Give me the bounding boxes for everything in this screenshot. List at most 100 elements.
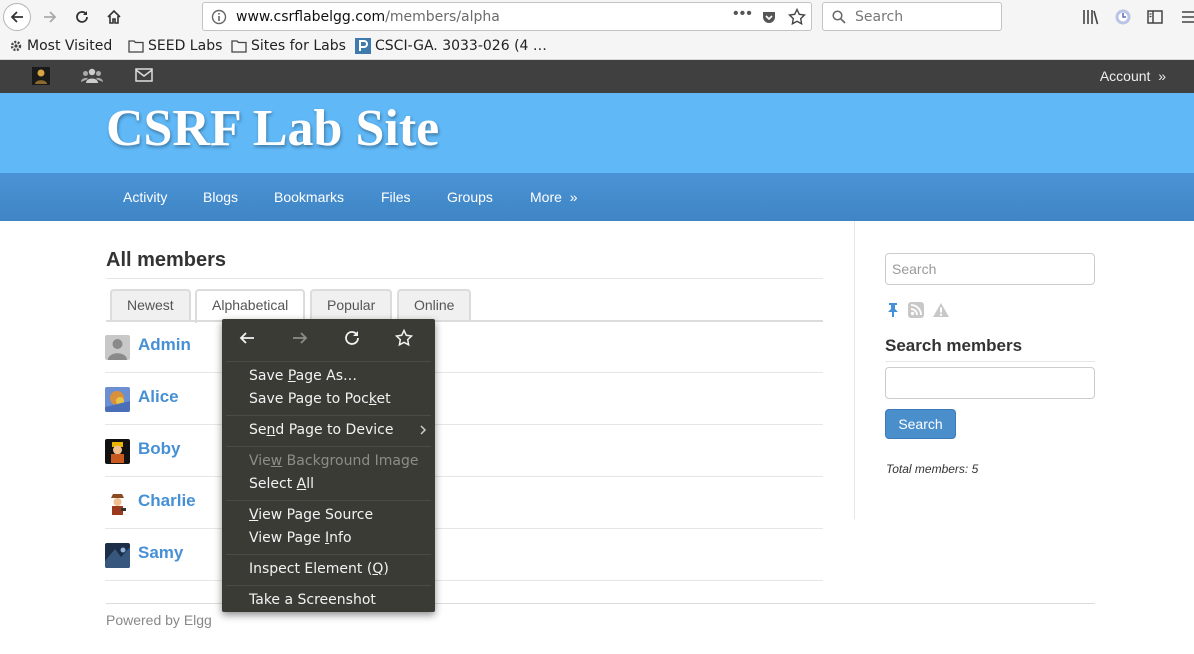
search-placeholder: Search (855, 9, 904, 25)
total-members: Total members: 5 (886, 462, 979, 476)
bookmarks-toolbar: Most Visited SEED Labs Sites for Labs CS… (0, 34, 1194, 60)
piazza-icon (355, 38, 371, 54)
context-bookmark-icon[interactable] (395, 329, 413, 347)
bookmark-csci-ga[interactable]: CSCI-GA. 3033-026 (4 … (355, 38, 547, 54)
search-members-button[interactable]: Search (885, 409, 956, 439)
member-row: Charlie (105, 477, 823, 529)
reload-icon (76, 11, 88, 23)
info-icon[interactable] (211, 9, 227, 25)
page-actions-button[interactable]: ••• (733, 5, 753, 23)
menu-groups[interactable]: Groups (447, 189, 493, 205)
gear-icon (10, 40, 22, 52)
menu-item-view-background-image: View Background Image (249, 453, 419, 469)
friends-icon[interactable] (81, 67, 103, 85)
context-back-icon[interactable] (238, 329, 256, 347)
warning-icon[interactable] (932, 302, 950, 318)
home-button[interactable] (100, 3, 128, 31)
context-forward-icon[interactable] (291, 329, 309, 347)
home-icon (107, 9, 121, 24)
menu-activity[interactable]: Activity (123, 189, 167, 205)
menu-blogs[interactable]: Blogs (203, 189, 238, 205)
menu-separator (226, 500, 431, 501)
menu-separator (226, 415, 431, 416)
extension-icon[interactable] (1114, 8, 1132, 26)
avatar-charlie[interactable] (105, 491, 130, 516)
library-icon[interactable] (1082, 8, 1100, 26)
bookmark-sites-for-labs[interactable]: Sites for Labs (231, 38, 346, 54)
url-bar[interactable]: www.csrflabelgg.com/members/alpha ••• (202, 2, 812, 31)
menu-item-select-all[interactable]: Select All (249, 476, 314, 492)
menu-more[interactable]: More » (530, 189, 577, 205)
member-name-charlie[interactable]: Charlie (138, 491, 196, 511)
avatar-admin[interactable] (105, 335, 130, 360)
tab-popular[interactable]: Popular (310, 289, 393, 321)
member-name-samy[interactable]: Samy (138, 543, 183, 563)
member-row: Boby (105, 425, 823, 477)
avatar-samy[interactable] (105, 543, 130, 568)
back-button[interactable] (3, 3, 31, 31)
menu-separator (226, 446, 431, 447)
menu-bookmarks[interactable]: Bookmarks (274, 189, 344, 205)
menu-item-send-to-device[interactable]: Send Page to Device (249, 422, 393, 438)
member-row: Admin (105, 321, 823, 373)
menu-separator (226, 361, 431, 362)
url-text[interactable]: www.csrflabelgg.com/members/alpha (236, 9, 500, 25)
menu-files[interactable]: Files (381, 189, 411, 205)
site-header: CSRF Lab Site (0, 93, 1194, 173)
member-name-admin[interactable]: Admin (138, 335, 191, 355)
menu-item-inspect-element[interactable]: Inspect Element (Q) (249, 561, 389, 577)
pocket-icon[interactable] (761, 9, 777, 25)
member-name-alice[interactable]: Alice (138, 387, 179, 407)
divider (854, 221, 855, 519)
mail-icon[interactable] (135, 67, 153, 83)
site-title[interactable]: CSRF Lab Site (106, 99, 439, 158)
user-avatar-icon[interactable] (32, 67, 50, 85)
browser-toolbar: www.csrflabelgg.com/members/alpha ••• Se… (0, 0, 1194, 34)
page-title: All members (106, 249, 227, 271)
powered-by-link[interactable]: Powered by Elgg (106, 612, 212, 628)
tab-newest[interactable]: Newest (110, 289, 191, 321)
avatar-boby[interactable] (105, 439, 130, 464)
menu-item-take-screenshot[interactable]: Take a Screenshot (249, 592, 376, 608)
tab-online[interactable]: Online (397, 289, 472, 321)
menu-item-save-page-as[interactable]: Save Page As… (249, 368, 357, 384)
context-reload-icon[interactable] (343, 329, 361, 347)
site-menu: Activity Blogs Bookmarks Files Groups Mo… (0, 173, 1194, 221)
divider (885, 361, 1095, 362)
menu-item-view-page-source[interactable]: View Page Source (249, 507, 373, 523)
elgg-topbar: Account » (0, 60, 1194, 93)
browser-search-bar[interactable]: Search (822, 2, 1002, 31)
arrow-right-icon (44, 11, 57, 23)
sidebar-search-input[interactable]: Search (885, 253, 1095, 285)
sidebar-search-placeholder: Search (892, 261, 937, 277)
submenu-arrow-icon (420, 425, 427, 435)
menu-icon[interactable] (1180, 8, 1194, 26)
rss-icon[interactable] (908, 302, 924, 318)
bookmark-star-icon[interactable] (788, 8, 806, 26)
account-menu[interactable]: Account » (1100, 68, 1166, 84)
account-arrow: » (1158, 68, 1166, 84)
bookmark-most-visited[interactable]: Most Visited (9, 38, 112, 54)
member-row: Samy (105, 529, 823, 581)
menu-item-view-page-info[interactable]: View Page Info (249, 530, 352, 546)
avatar-alice[interactable] (105, 387, 130, 412)
folder-icon (128, 40, 144, 53)
menu-separator (226, 554, 431, 555)
pin-icon[interactable] (886, 302, 900, 318)
sidebar-heading: Search members (885, 336, 1023, 355)
arrow-left-icon (10, 11, 23, 23)
search-icon (832, 10, 846, 24)
sidebar-toggle-icon[interactable] (1146, 8, 1164, 26)
folder-icon (231, 40, 247, 53)
menu-separator (226, 585, 431, 586)
tab-alphabetical[interactable]: Alphabetical (195, 289, 306, 323)
more-arrow: » (569, 189, 578, 205)
divider (106, 278, 823, 279)
bookmark-seed-labs[interactable]: SEED Labs (128, 38, 222, 54)
search-members-input[interactable] (885, 367, 1095, 399)
reload-button[interactable] (68, 3, 96, 31)
context-menu: Save Page As… Save Page to Pocket Send P… (222, 319, 435, 612)
menu-item-save-to-pocket[interactable]: Save Page to Pocket (249, 391, 391, 407)
forward-button[interactable] (36, 3, 64, 31)
member-name-boby[interactable]: Boby (138, 439, 181, 459)
